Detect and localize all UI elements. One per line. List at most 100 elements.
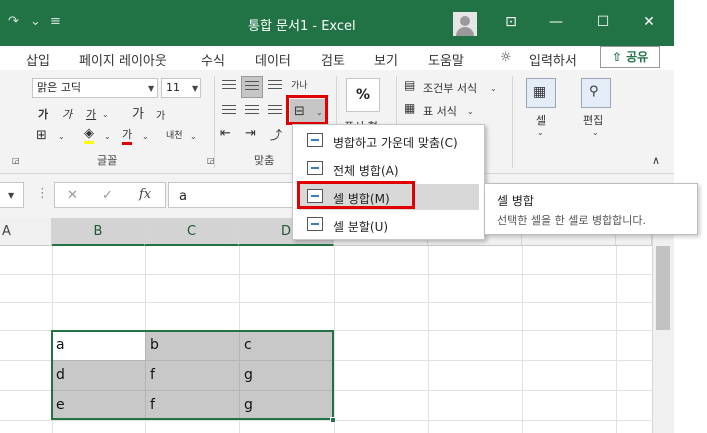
search-icon: ⚲ xyxy=(589,84,599,99)
cell-c-3[interactable]: f xyxy=(150,397,155,413)
cell-b-1[interactable]: a xyxy=(56,337,65,353)
underline-button[interactable]: 가 xyxy=(86,106,96,122)
menu-item-merge-across[interactable]: 전체 병합(A) xyxy=(299,156,479,182)
user-avatar[interactable] xyxy=(453,12,477,36)
align-left-icon[interactable] xyxy=(222,105,236,117)
scrollbar-thumb[interactable] xyxy=(656,246,670,330)
cell-d-2[interactable]: g xyxy=(244,367,253,383)
cell-c-2[interactable]: f xyxy=(150,367,155,383)
phonetic-chevron-down-icon[interactable]: ⌄ xyxy=(190,132,197,141)
excel-window: ↷ ⌄ ≡ 통합 문서1 - Excel ⊡ — ☐ ✕ 삽입 페이지 레이아웃… xyxy=(0,0,707,433)
collapse-ribbon-icon[interactable]: ∧ xyxy=(652,154,660,167)
format-as-table-icon[interactable]: ▦ xyxy=(404,101,415,115)
cells-button[interactable]: ▦ xyxy=(526,78,556,108)
column-header-c[interactable]: C xyxy=(145,218,239,246)
enter-icon[interactable]: ✓ xyxy=(102,188,113,203)
cells-label: 셀 xyxy=(536,114,547,127)
tab-view[interactable]: 보기 xyxy=(374,50,398,69)
menu-item-label: 셀 분할(U) xyxy=(333,220,389,234)
cell-c-1[interactable]: b xyxy=(150,337,159,353)
format-as-table-button[interactable]: 표 서식 xyxy=(423,103,457,119)
editing-button[interactable]: ⚲ xyxy=(581,78,611,108)
menu-item-merge-and-center[interactable]: 병합하고 가운데 맞춤(C) xyxy=(299,128,479,154)
cell-d-1[interactable]: c xyxy=(244,337,252,353)
align-middle-button[interactable] xyxy=(241,76,263,98)
clipboard-dialog-launcher-icon[interactable]: ◲ xyxy=(12,156,20,165)
cell-b-3[interactable]: e xyxy=(56,397,65,413)
font-color-button[interactable]: 가 xyxy=(122,126,133,145)
align-bottom-icon[interactable] xyxy=(268,80,282,92)
lightbulb-icon[interactable]: ☼ xyxy=(500,50,512,65)
column-header-d-label: D xyxy=(280,224,291,239)
worksheet-grid: A B C D a b c d f g e f g xyxy=(0,218,674,433)
tab-formulas[interactable]: 수식 xyxy=(201,50,225,69)
format-table-chevron-down-icon[interactable]: ⌄ xyxy=(467,107,474,116)
tab-review[interactable]: 검토 xyxy=(321,50,345,69)
align-top-icon[interactable] xyxy=(222,80,236,92)
orientation-button[interactable]: 가나 xyxy=(291,78,308,91)
phonetic-guide-button[interactable]: 내천 xyxy=(166,128,183,141)
underline-chevron-down-icon[interactable]: ⌄ xyxy=(102,110,109,119)
row-gridline xyxy=(0,274,652,275)
window-title: 통합 문서1 - Excel xyxy=(248,19,356,34)
tab-page-layout[interactable]: 페이지 레이아웃 xyxy=(79,50,167,69)
cancel-icon[interactable]: ✕ xyxy=(67,188,78,203)
cell-b-2[interactable]: d xyxy=(56,367,65,383)
tab-insert[interactable]: 삽입 xyxy=(26,50,50,69)
borders-chevron-down-icon[interactable]: ⌄ xyxy=(58,132,65,141)
align-center-icon[interactable] xyxy=(245,105,259,117)
cells-chevron-down-icon[interactable]: ⌄ xyxy=(537,128,544,137)
borders-icon[interactable]: ⊞ xyxy=(36,128,47,143)
fill-color-chevron-down-icon[interactable]: ⌄ xyxy=(104,132,111,141)
font-size-chevron-down-icon[interactable]: ▼ xyxy=(192,84,198,93)
column-header-a[interactable]: A xyxy=(0,218,52,246)
row-gridline xyxy=(0,420,652,421)
tooltip-title: 셀 병합 xyxy=(497,194,534,208)
tab-data[interactable]: 데이터 xyxy=(255,50,291,69)
text-direction-icon[interactable]: ⤴ xyxy=(270,126,282,143)
column-header-b[interactable]: B xyxy=(52,218,145,246)
font-name-select[interactable]: 맑은 고딕 xyxy=(32,78,158,98)
tell-me-search[interactable]: 입력하서 xyxy=(529,50,577,69)
share-button[interactable]: ⇧ 공유 xyxy=(600,46,660,68)
fill-color-icon[interactable]: ◈ xyxy=(84,126,94,144)
qat-dropdown-icon[interactable]: ⌄ xyxy=(30,14,41,29)
unmerge-cells-icon xyxy=(307,217,323,231)
menu-item-unmerge-cells[interactable]: 셀 분할(U) xyxy=(299,212,479,238)
font-size-value: 11 xyxy=(166,81,180,94)
active-cell[interactable] xyxy=(53,332,145,360)
conditional-formatting-button[interactable]: 조건부 서식 xyxy=(423,80,477,96)
tab-help[interactable]: 도움말 xyxy=(428,50,464,69)
minimize-icon[interactable]: — xyxy=(547,14,565,30)
redo-icon[interactable]: ↷ xyxy=(8,14,19,29)
editing-chevron-down-icon[interactable]: ⌄ xyxy=(592,128,599,137)
maximize-icon[interactable]: ☐ xyxy=(594,14,612,30)
font-color-chevron-down-icon[interactable]: ⌄ xyxy=(142,132,149,141)
font-name-chevron-down-icon[interactable]: ▼ xyxy=(148,84,154,93)
column-header-a-label: A xyxy=(2,224,11,239)
italic-button[interactable]: 가 xyxy=(62,106,72,122)
close-icon[interactable]: ✕ xyxy=(640,14,658,30)
cell-d-3[interactable]: g xyxy=(244,397,253,413)
bold-button[interactable]: 가 xyxy=(38,106,48,122)
vertical-scrollbar[interactable]: ▲ xyxy=(652,218,674,433)
decrease-indent-icon[interactable]: ⇤ xyxy=(220,126,231,141)
decrease-font-button[interactable]: 가 xyxy=(156,107,165,122)
font-group-divider xyxy=(214,76,215,168)
number-format-button[interactable]: % xyxy=(346,78,380,112)
percent-icon: % xyxy=(355,87,371,103)
name-box[interactable]: ▼ xyxy=(0,182,24,208)
column-header-c-label: C xyxy=(186,224,197,239)
increase-indent-icon[interactable]: ⇥ xyxy=(245,126,256,141)
conditional-formatting-icon[interactable]: ▤ xyxy=(404,78,415,92)
conditional-chevron-down-icon[interactable]: ⌄ xyxy=(490,84,497,93)
share-icon: ⇧ xyxy=(611,50,622,64)
qat-customize-icon[interactable]: ≡ xyxy=(50,14,61,29)
align-right-icon[interactable] xyxy=(268,105,282,117)
formula-bar-more-icon[interactable]: ⋮ xyxy=(36,186,49,201)
increase-font-button[interactable]: 가 xyxy=(132,103,144,122)
name-box-chevron-down-icon[interactable]: ▼ xyxy=(8,191,14,200)
fill-handle[interactable] xyxy=(330,417,336,423)
insert-function-icon[interactable]: fx xyxy=(139,187,151,202)
ribbon-display-options-icon[interactable]: ⊡ xyxy=(502,14,520,30)
